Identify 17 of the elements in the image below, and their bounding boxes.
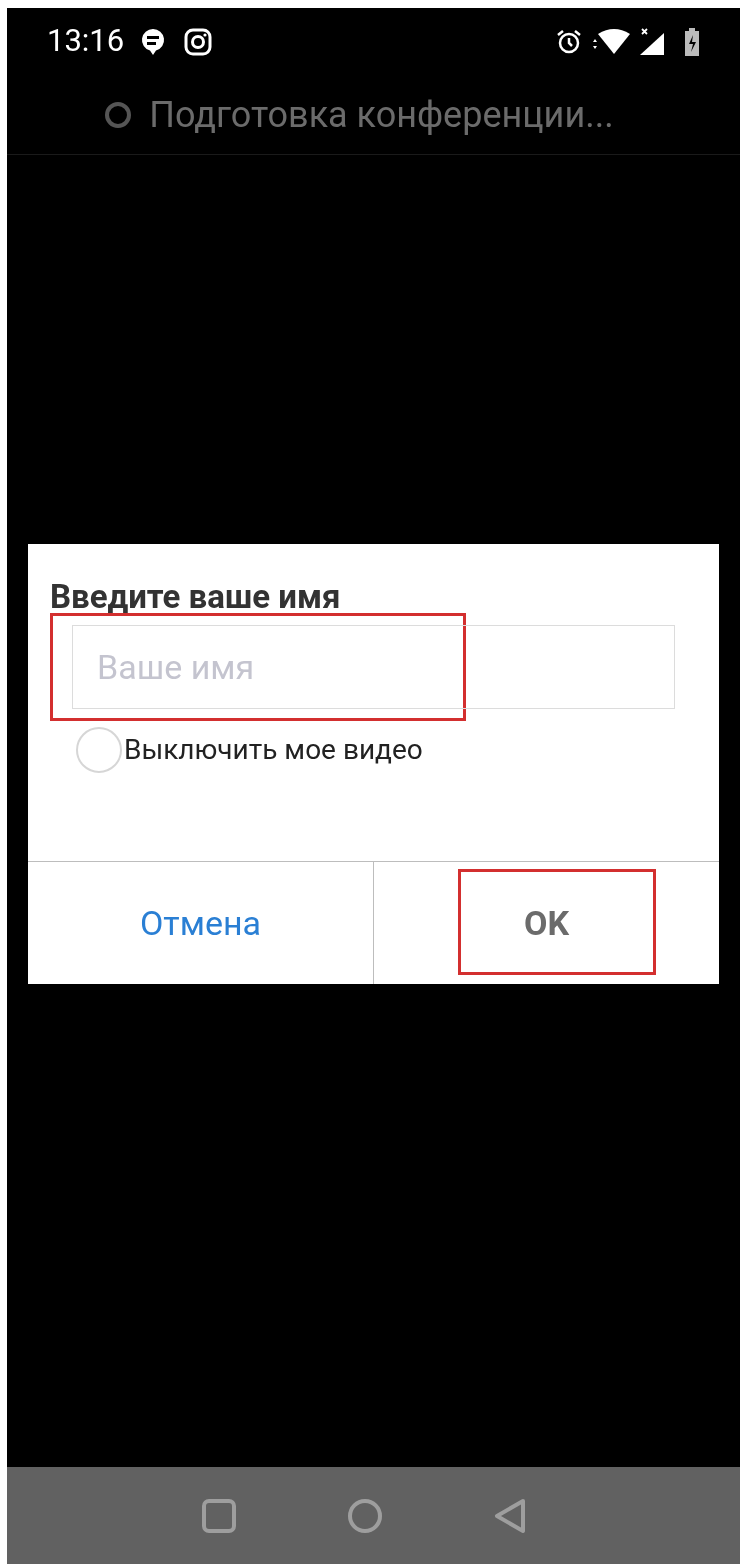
alarm-icon [556,28,582,55]
page-title: Подготовка конференции... [149,92,614,138]
cancel-button[interactable]: Отмена [123,889,278,957]
circle-icon[interactable] [346,1497,383,1534]
video-checkbox[interactable] [76,727,122,773]
ok-button[interactable]: OK [507,889,586,957]
wifi-icon [590,27,630,56]
camera-icon [184,27,213,56]
video-option-label: Выключить мое видео [124,732,423,768]
name-input-field[interactable]: Ваше имя [72,625,675,709]
back-triangle-icon[interactable] [492,1497,527,1534]
square-icon[interactable] [200,1497,237,1534]
status-time: 13:16 [47,21,125,62]
chat-bubble-icon [140,26,167,57]
spinner-icon [103,99,134,130]
battery-icon [684,27,700,56]
dialog-title: Введите ваше имя [50,580,342,613]
